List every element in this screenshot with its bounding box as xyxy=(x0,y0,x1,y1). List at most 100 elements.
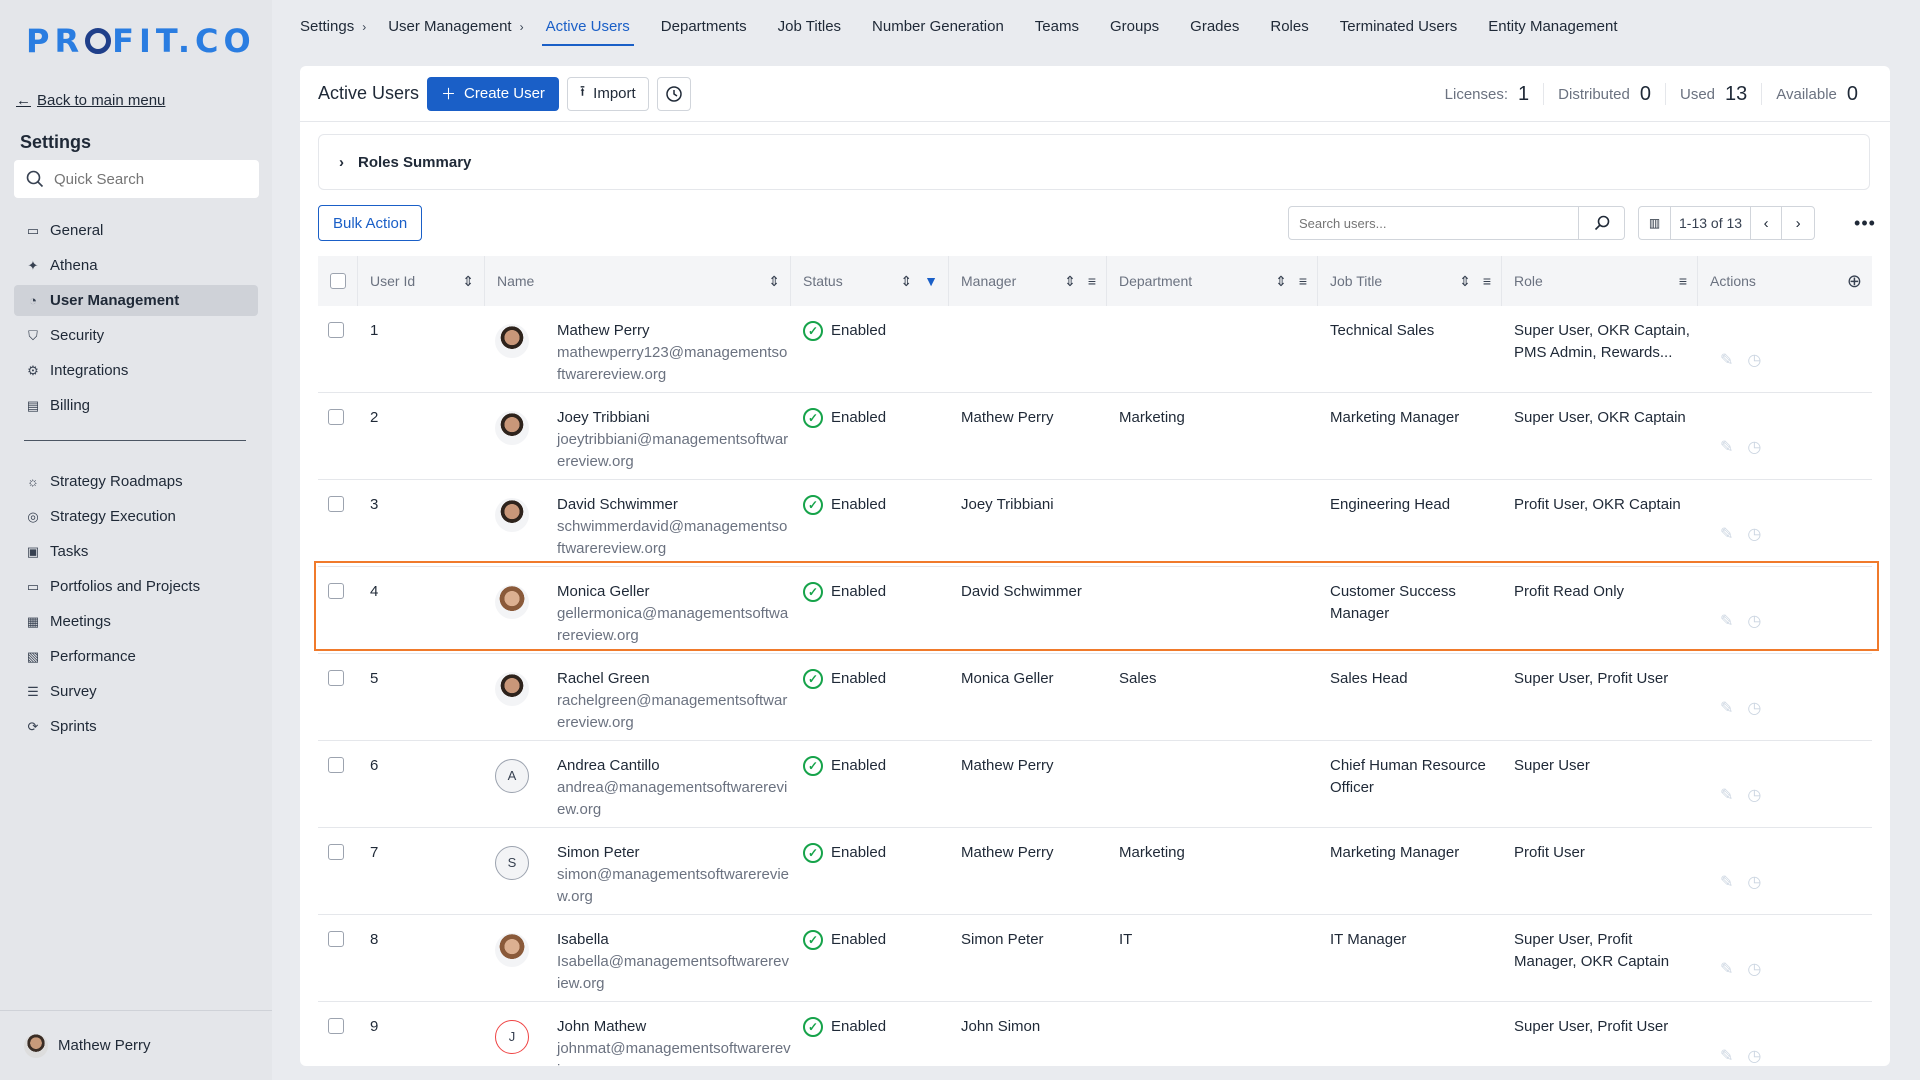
more-options-button[interactable]: ••• xyxy=(1848,206,1882,240)
sidebar-item-performance[interactable]: ▧ Performance xyxy=(14,641,258,672)
history-icon[interactable]: ◷ xyxy=(1747,959,1761,979)
create-user-button[interactable]: ＋ Create User xyxy=(427,76,559,111)
tab-terminated-users[interactable]: Terminated Users xyxy=(1340,0,1458,52)
edit-icon[interactable]: ✎ xyxy=(1720,611,1733,631)
table-row[interactable]: 1 Mathew Perry mathewperry123@managementso… xyxy=(318,306,1872,393)
search-users[interactable] xyxy=(1288,206,1625,240)
history-icon[interactable]: ◷ xyxy=(1747,785,1761,805)
filter-icon[interactable]: ≡ xyxy=(1088,273,1096,289)
tab-teams[interactable]: Teams xyxy=(1035,0,1079,52)
history-icon[interactable]: ◷ xyxy=(1747,524,1761,544)
filter-icon[interactable]: ≡ xyxy=(1679,273,1687,289)
sort-icon[interactable]: ⇕ xyxy=(1275,273,1287,290)
sort-icon[interactable]: ⇕ xyxy=(1064,273,1076,290)
user-name[interactable]: Simon Peter xyxy=(557,842,791,864)
import-button[interactable]: ⭱ Import xyxy=(566,76,649,111)
sidebar-item-general[interactable]: ▭ General xyxy=(14,215,258,246)
sidebar-item-billing[interactable]: ▤ Billing xyxy=(14,390,258,421)
search-users-input[interactable] xyxy=(1289,215,1578,231)
profit-logo[interactable]: PR FIT.CO xyxy=(26,22,256,60)
column-manager[interactable]: Manager ⇕ ≡ xyxy=(949,256,1107,306)
select-all-checkbox[interactable] xyxy=(330,273,346,289)
edit-icon[interactable]: ✎ xyxy=(1720,524,1733,544)
history-icon[interactable]: ◷ xyxy=(1747,437,1761,457)
edit-icon[interactable]: ✎ xyxy=(1720,785,1733,805)
tab-groups[interactable]: Groups xyxy=(1110,0,1159,52)
tab-number-generation[interactable]: Number Generation xyxy=(872,0,1004,52)
table-row[interactable]: 9 J John Mathew johnmat@managementsoftwarer… xyxy=(318,1002,1872,1066)
edit-icon[interactable]: ✎ xyxy=(1720,437,1733,457)
filter-icon[interactable]: ≡ xyxy=(1483,273,1491,289)
table-row[interactable]: 7 S Simon Peter simon@managementsoftwarerev… xyxy=(318,828,1872,915)
edit-icon[interactable]: ✎ xyxy=(1720,959,1733,979)
tab-active-users[interactable]: Active Users xyxy=(541,0,634,52)
edit-icon[interactable]: ✎ xyxy=(1720,350,1733,370)
sort-icon[interactable]: ⇕ xyxy=(1459,273,1471,290)
tab-job-titles[interactable]: Job Titles xyxy=(778,0,841,52)
table-row[interactable]: 5 Rachel Green rachelgreen@managementsoftw… xyxy=(318,654,1872,741)
table-row[interactable]: 6 A Andrea Cantillo andrea@managementsoftwa… xyxy=(318,741,1872,828)
breadcrumb-settings[interactable]: Settings › xyxy=(300,18,366,35)
history-icon[interactable]: ◷ xyxy=(1747,611,1761,631)
back-to-main-menu-link[interactable]: ← Back to main menu xyxy=(16,92,165,109)
breadcrumb-user-management[interactable]: User Management › xyxy=(388,18,523,35)
column-department[interactable]: Department ⇕ ≡ xyxy=(1107,256,1318,306)
search-button[interactable] xyxy=(1578,207,1624,239)
column-status[interactable]: Status ⇕ ▼ xyxy=(791,256,949,306)
sort-icon[interactable]: ⇕ xyxy=(768,273,780,290)
row-checkbox[interactable] xyxy=(328,583,344,599)
next-page-button[interactable]: › xyxy=(1782,207,1814,239)
table-row[interactable]: 3 David Schwimmer schwimmerdavid@managemen… xyxy=(318,480,1872,567)
edit-icon[interactable]: ✎ xyxy=(1720,872,1733,892)
bulk-action-button[interactable]: Bulk Action xyxy=(318,205,423,241)
sidebar-item-strategy-execution[interactable]: ◎ Strategy Execution xyxy=(14,501,258,532)
chart-view-button[interactable]: ▥ xyxy=(1639,207,1671,239)
history-icon[interactable]: ◷ xyxy=(1747,1046,1761,1066)
sidebar-item-sprints[interactable]: ⟳ Sprints xyxy=(14,711,258,742)
filter-active-icon[interactable]: ▼ xyxy=(924,273,938,289)
user-name[interactable]: Monica Geller xyxy=(557,581,791,603)
row-checkbox[interactable] xyxy=(328,757,344,773)
sidebar-item-strategy-roadmaps[interactable]: ☼ Strategy Roadmaps xyxy=(14,466,258,497)
row-checkbox[interactable] xyxy=(328,496,344,512)
sidebar-item-user-management[interactable]: ◔ User Management xyxy=(14,285,258,316)
row-checkbox[interactable] xyxy=(328,844,344,860)
user-name[interactable]: John Mathew xyxy=(557,1016,791,1038)
user-name[interactable]: Rachel Green xyxy=(557,668,791,690)
prev-page-button[interactable]: ‹ xyxy=(1750,207,1783,239)
sort-icon[interactable]: ⇕ xyxy=(900,273,912,290)
sort-icon[interactable]: ⇕ xyxy=(462,273,474,290)
row-checkbox[interactable] xyxy=(328,322,344,338)
sidebar-item-survey[interactable]: ☰ Survey xyxy=(14,676,258,707)
history-icon[interactable]: ◷ xyxy=(1747,698,1761,718)
column-job-title[interactable]: Job Title ⇕ ≡ xyxy=(1318,256,1502,306)
tab-entity-management[interactable]: Entity Management xyxy=(1488,0,1617,52)
table-row[interactable]: 2 Joey Tribbiani joeytribbiani@managements… xyxy=(318,393,1872,480)
column-user-id[interactable]: User Id ⇕ xyxy=(358,256,485,306)
sidebar-item-meetings[interactable]: ▦ Meetings xyxy=(14,606,258,637)
user-name[interactable]: Mathew Perry xyxy=(557,320,791,342)
filter-icon[interactable]: ≡ xyxy=(1299,273,1307,289)
tab-departments[interactable]: Departments xyxy=(661,0,747,52)
sidebar-item-tasks[interactable]: ▣ Tasks xyxy=(14,536,258,567)
row-checkbox[interactable] xyxy=(328,409,344,425)
row-checkbox[interactable] xyxy=(328,670,344,686)
user-name[interactable]: Isabella xyxy=(557,929,791,951)
current-user[interactable]: Mathew Perry xyxy=(0,1010,272,1080)
table-row[interactable]: 4 Monica Geller gellermonica@managementsof… xyxy=(318,567,1872,654)
tab-grades[interactable]: Grades xyxy=(1190,0,1239,52)
user-name[interactable]: Andrea Cantillo xyxy=(557,755,791,777)
quick-search[interactable] xyxy=(14,160,259,198)
row-checkbox[interactable] xyxy=(328,1018,344,1034)
tab-roles[interactable]: Roles xyxy=(1270,0,1308,52)
edit-icon[interactable]: ✎ xyxy=(1720,698,1733,718)
history-button[interactable] xyxy=(656,76,691,111)
sidebar-item-security[interactable]: ⛉ Security xyxy=(14,320,258,351)
roles-summary-toggle[interactable]: › Roles Summary xyxy=(318,134,1870,190)
sidebar-item-integrations[interactable]: ⚙ Integrations xyxy=(14,355,258,386)
column-role[interactable]: Role ≡ xyxy=(1502,256,1698,306)
sidebar-item-portfolios[interactable]: ▭ Portfolios and Projects xyxy=(14,571,258,602)
history-icon[interactable]: ◷ xyxy=(1747,872,1761,892)
history-icon[interactable]: ◷ xyxy=(1747,350,1761,370)
row-checkbox[interactable] xyxy=(328,931,344,947)
